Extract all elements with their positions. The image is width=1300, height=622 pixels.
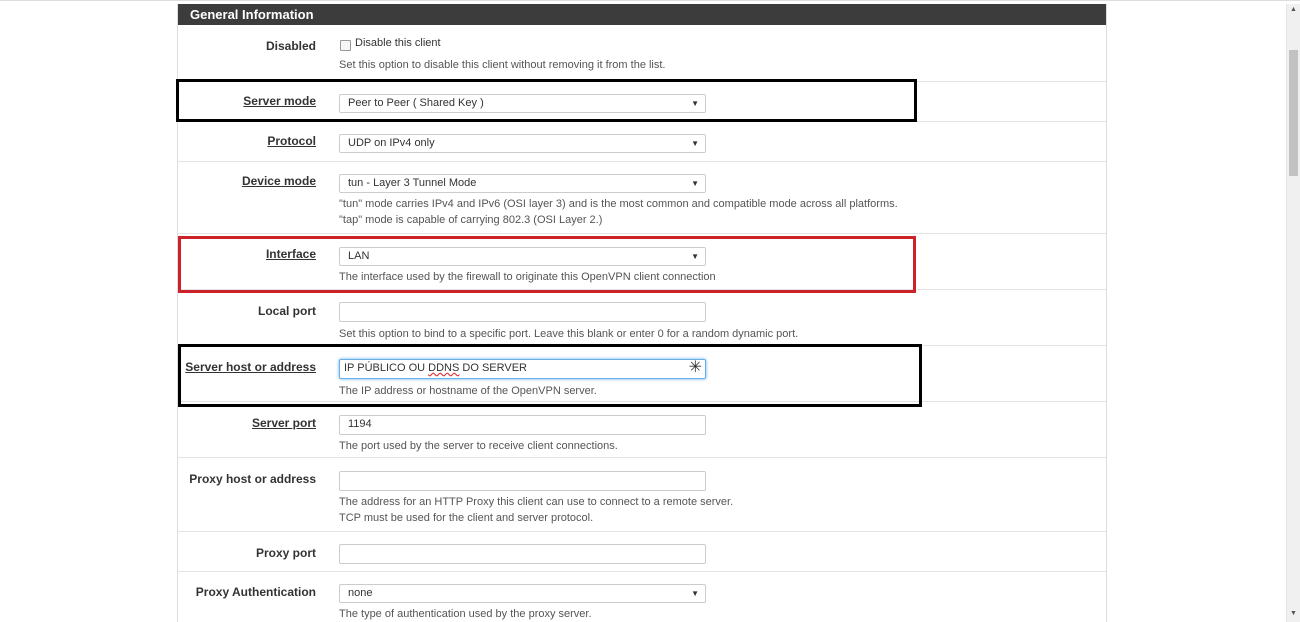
row-device-mode: Device mode tun - Layer 3 Tunnel Mode ▼ … — [178, 161, 1106, 234]
scroll-up-arrow-icon[interactable]: ▲ — [1290, 6, 1297, 13]
general-information-panel: General Information Disabled Disable thi… — [177, 4, 1107, 622]
scroll-down-arrow-icon[interactable]: ▼ — [1290, 610, 1297, 617]
protocol-label: Protocol — [267, 134, 316, 148]
disable-client-checkbox-label[interactable]: Disable this client — [355, 37, 441, 49]
local-port-label: Local port — [257, 304, 316, 318]
disable-client-checkbox[interactable] — [340, 40, 351, 51]
proxy-port-label: Proxy port — [255, 546, 316, 560]
row-proxy-auth: Proxy Authentication none ▼ The type of … — [178, 571, 1106, 622]
server-mode-value: Peer to Peer ( Shared Key ) — [348, 97, 484, 109]
row-server-port: Server port 1194 The port used by the se… — [178, 401, 1106, 458]
protocol-select[interactable]: UDP on IPv4 only ▼ — [339, 134, 706, 153]
device-mode-help-tap: "tap" mode is capable of carrying 802.3 … — [339, 214, 603, 226]
row-interface: Interface LAN ▼ The interface used by th… — [178, 233, 1106, 290]
proxy-host-label: Proxy host or address — [189, 472, 316, 486]
server-host-value-ddns: DDNS — [428, 362, 460, 374]
vertical-scrollbar[interactable]: ▲ ▼ — [1286, 4, 1300, 622]
server-mode-select[interactable]: Peer to Peer ( Shared Key ) ▼ — [339, 94, 706, 113]
interface-select[interactable]: LAN ▼ — [339, 247, 706, 266]
proxy-auth-help: The type of authentication used by the p… — [339, 608, 592, 620]
server-port-input[interactable]: 1194 — [339, 415, 706, 435]
interface-label: Interface — [265, 247, 316, 261]
caret-down-icon: ▼ — [691, 589, 699, 598]
server-port-value: 1194 — [348, 418, 372, 430]
interface-value: LAN — [348, 250, 370, 262]
caret-down-icon: ▼ — [691, 139, 699, 148]
proxy-port-input[interactable] — [339, 544, 706, 564]
proxy-host-help-1: The address for an HTTP Proxy this clien… — [339, 496, 734, 508]
server-host-value-part3: DO SERVER — [459, 362, 527, 374]
section-title: General Information — [178, 4, 1106, 25]
scrollbar-thumb[interactable] — [1289, 50, 1298, 176]
server-mode-label: Server mode — [243, 94, 316, 108]
proxy-auth-label: Proxy Authentication — [195, 585, 316, 599]
caret-down-icon: ▼ — [691, 252, 699, 261]
row-protocol: Protocol UDP on IPv4 only ▼ — [178, 121, 1106, 162]
proxy-auth-value: none — [348, 587, 373, 599]
row-server-mode: Server mode Peer to Peer ( Shared Key ) … — [178, 81, 1106, 122]
interface-help: The interface used by the firewall to or… — [339, 271, 716, 283]
local-port-input[interactable] — [339, 302, 706, 322]
proxy-auth-select[interactable]: none ▼ — [339, 584, 706, 603]
row-local-port: Local port Set this option to bind to a … — [178, 289, 1106, 346]
caret-down-icon: ▼ — [691, 179, 699, 188]
server-host-help: The IP address or hostname of the OpenVP… — [339, 385, 597, 397]
server-host-value-part1: IP PÚBLICO OU — [344, 362, 429, 374]
row-proxy-host: Proxy host or address The address for an… — [178, 457, 1106, 532]
device-mode-label: Device mode — [241, 174, 316, 188]
proxy-host-help-2: TCP must be used for the client and serv… — [339, 512, 594, 524]
caret-down-icon: ▼ — [691, 99, 699, 108]
row-server-host: Server host or address IP PÚBLICO OU DDN… — [178, 345, 1106, 402]
protocol-value: UDP on IPv4 only — [348, 137, 435, 149]
server-host-value: IP PÚBLICO OU DDNS DO SERVER — [344, 362, 527, 374]
local-port-help: Set this option to bind to a specific po… — [339, 328, 799, 340]
server-host-input[interactable]: IP PÚBLICO OU DDNS DO SERVER ✳ — [339, 359, 706, 379]
server-host-label: Server host or address — [185, 360, 316, 374]
device-mode-value: tun - Layer 3 Tunnel Mode — [348, 177, 477, 189]
asterisk-icon: ✳ — [688, 359, 702, 376]
disabled-help: Set this option to disable this client w… — [339, 59, 666, 71]
disabled-label: Disabled — [265, 39, 316, 53]
device-mode-select[interactable]: tun - Layer 3 Tunnel Mode ▼ — [339, 174, 706, 193]
device-mode-help-tun: "tun" mode carries IPv4 and IPv6 (OSI la… — [339, 198, 898, 210]
server-port-help: The port used by the server to receive c… — [339, 440, 618, 452]
row-proxy-port: Proxy port — [178, 531, 1106, 572]
server-port-label: Server port — [251, 416, 316, 430]
row-disabled: Disabled Disable this client Set this op… — [178, 25, 1106, 81]
proxy-host-input[interactable] — [339, 471, 706, 491]
